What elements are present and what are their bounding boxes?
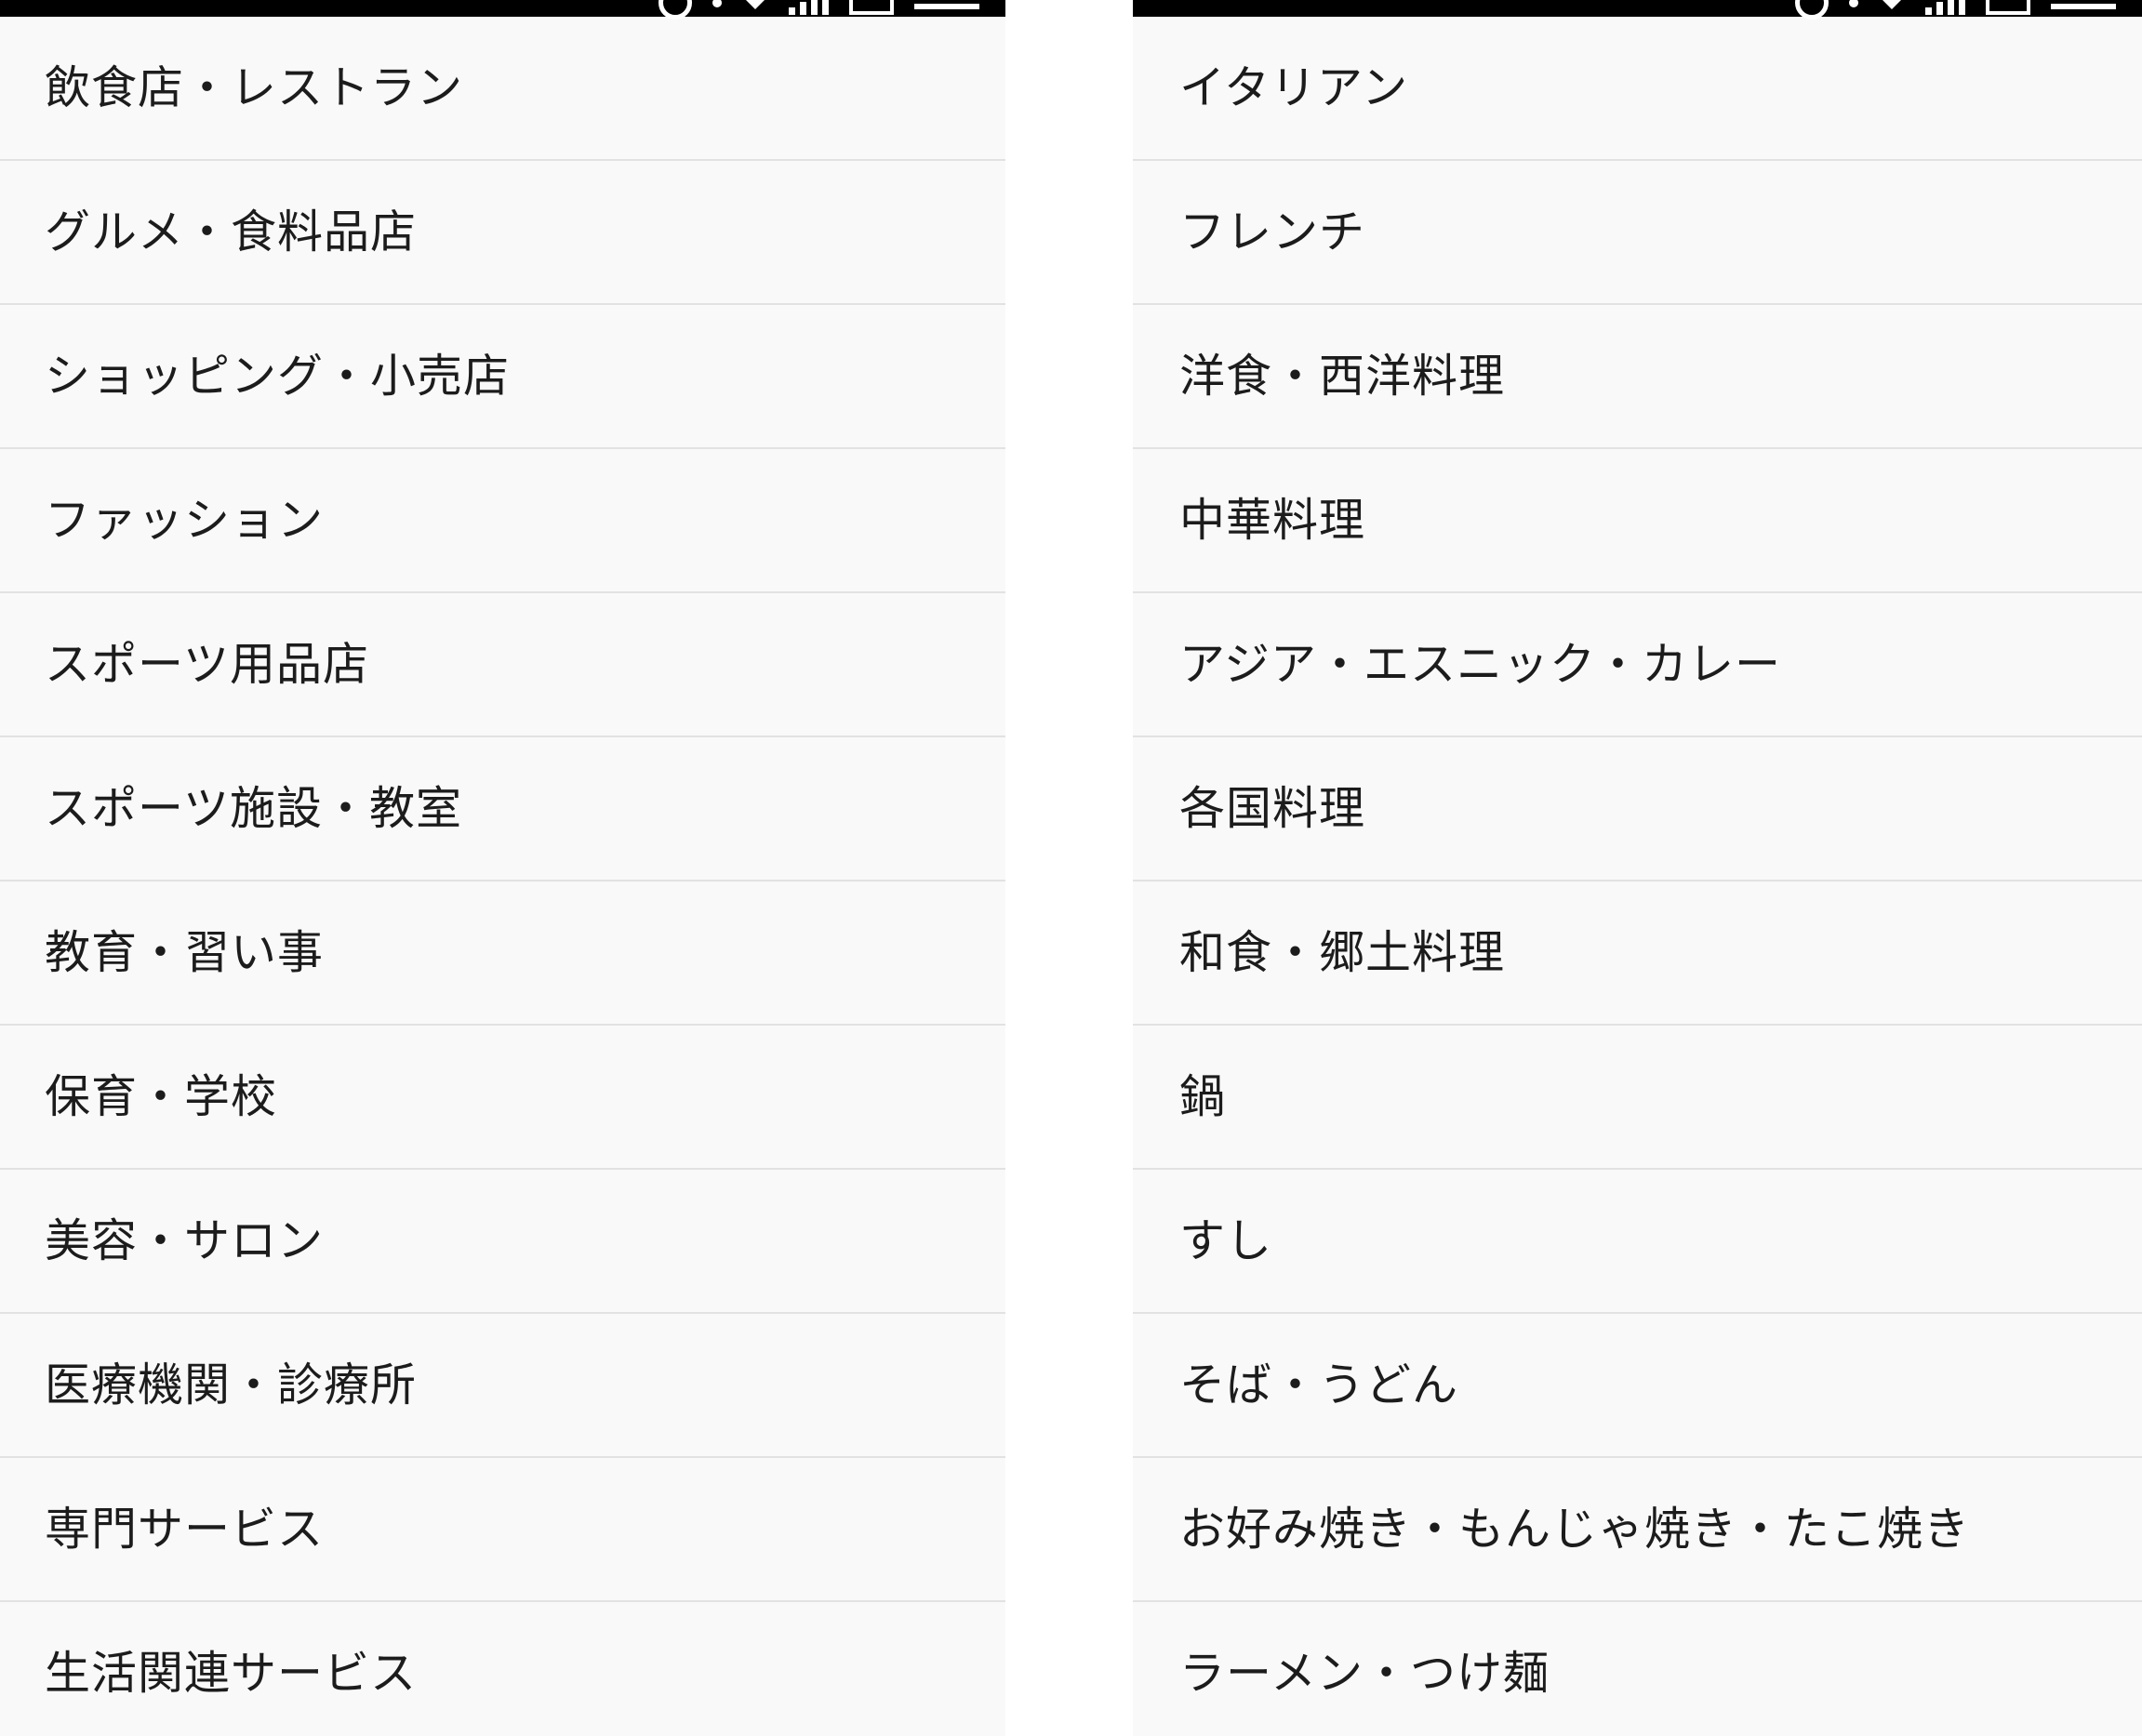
subcategory-item[interactable]: お好み焼き・もんじゃ焼き・たこ焼き — [1133, 1458, 2142, 1602]
subcategory-item[interactable]: アジア・エスニック・カレー — [1133, 593, 2142, 737]
signal-icon — [789, 0, 829, 15]
subcategory-label: ラーメン・つけ麺 — [1179, 1647, 1550, 1700]
subcategory-item[interactable]: フレンチ — [1133, 161, 2142, 305]
category-item[interactable]: スポーツ用品店 — [0, 593, 1005, 737]
subcategory-item[interactable]: イタリアン — [1133, 17, 2142, 161]
category-label: 生活関連サービス — [45, 1647, 418, 1700]
subcategory-label: イタリアン — [1179, 61, 1409, 114]
battery-icon — [1986, 0, 2030, 15]
wifi-icon — [1879, 0, 1905, 9]
wifi-icon — [742, 0, 768, 9]
category-label: 専門サービス — [45, 1503, 325, 1556]
category-screen: 飲食店・レストラン グルメ・食料品店 ショッピング・小売店 ファッション スポー… — [0, 0, 1005, 1736]
subcategory-label: 中華料理 — [1179, 494, 1366, 547]
subcategory-item[interactable]: 各国料理 — [1133, 737, 2142, 881]
subcategory-label: 洋食・西洋料理 — [1179, 350, 1506, 403]
subcategory-item[interactable]: 中華料理 — [1133, 449, 2142, 593]
subcategory-item[interactable]: ラーメン・つけ麺 — [1133, 1602, 2142, 1736]
category-item[interactable]: 美容・サロン — [0, 1170, 1005, 1314]
category-label: 医療機関・診療所 — [45, 1358, 418, 1411]
category-item[interactable]: グルメ・食料品店 — [0, 161, 1005, 305]
subcategory-label: 和食・郷土料理 — [1179, 926, 1506, 979]
subcategory-label: お好み焼き・もんじゃ焼き・たこ焼き — [1179, 1503, 1971, 1556]
status-bar — [0, 0, 1005, 20]
category-label: スポーツ施設・教室 — [45, 782, 463, 835]
category-item[interactable]: ファッション — [0, 449, 1005, 593]
category-label: スポーツ用品店 — [45, 638, 370, 691]
category-item[interactable]: 教育・習い事 — [0, 881, 1005, 1026]
subcategory-label: 鍋 — [1179, 1070, 1227, 1123]
category-item[interactable]: 生活関連サービス — [0, 1602, 1005, 1736]
sync-icon — [659, 0, 692, 20]
category-item[interactable]: 専門サービス — [0, 1458, 1005, 1602]
dot-icon — [712, 0, 722, 7]
signal-icon — [1925, 0, 1965, 15]
category-item[interactable]: スポーツ施設・教室 — [0, 737, 1005, 881]
category-label: グルメ・食料品店 — [45, 205, 418, 258]
battery-icon — [849, 0, 894, 15]
category-list: 飲食店・レストラン グルメ・食料品店 ショッピング・小売店 ファッション スポー… — [0, 17, 1005, 1736]
category-label: 教育・習い事 — [45, 926, 325, 979]
sync-icon — [1795, 0, 1829, 20]
category-label: ファッション — [45, 494, 325, 547]
subcategory-item[interactable]: 和食・郷土料理 — [1133, 881, 2142, 1026]
category-label: ショッピング・小売店 — [45, 350, 511, 403]
subcategory-item[interactable]: そば・うどん — [1133, 1314, 2142, 1458]
category-item[interactable]: 保育・学校 — [0, 1026, 1005, 1170]
category-label: 保育・学校 — [45, 1070, 278, 1123]
category-label: 飲食店・レストラン — [45, 61, 464, 114]
subcategory-label: フレンチ — [1179, 205, 1366, 258]
subcategory-item[interactable]: 鍋 — [1133, 1026, 2142, 1170]
clock-icon — [914, 0, 979, 9]
subcategory-item[interactable]: 洋食・西洋料理 — [1133, 305, 2142, 449]
category-item[interactable]: 医療機関・診療所 — [0, 1314, 1005, 1458]
subcategory-list: イタリアン フレンチ 洋食・西洋料理 中華料理 アジア・エスニック・カレー 各国… — [1133, 17, 2142, 1736]
subcategory-label: そば・うどん — [1179, 1358, 1459, 1411]
clock-icon — [2051, 0, 2116, 9]
subcategory-screen: イタリアン フレンチ 洋食・西洋料理 中華料理 アジア・エスニック・カレー 各国… — [1133, 0, 2142, 1736]
category-label: 美容・サロン — [45, 1214, 325, 1267]
status-bar — [1133, 0, 2142, 20]
subcategory-label: 各国料理 — [1179, 782, 1366, 835]
subcategory-label: アジア・エスニック・カレー — [1179, 638, 1782, 691]
dot-icon — [1849, 0, 1858, 7]
subcategory-item[interactable]: すし — [1133, 1170, 2142, 1314]
subcategory-label: すし — [1179, 1214, 1273, 1267]
category-item[interactable]: ショッピング・小売店 — [0, 305, 1005, 449]
category-item[interactable]: 飲食店・レストラン — [0, 17, 1005, 161]
